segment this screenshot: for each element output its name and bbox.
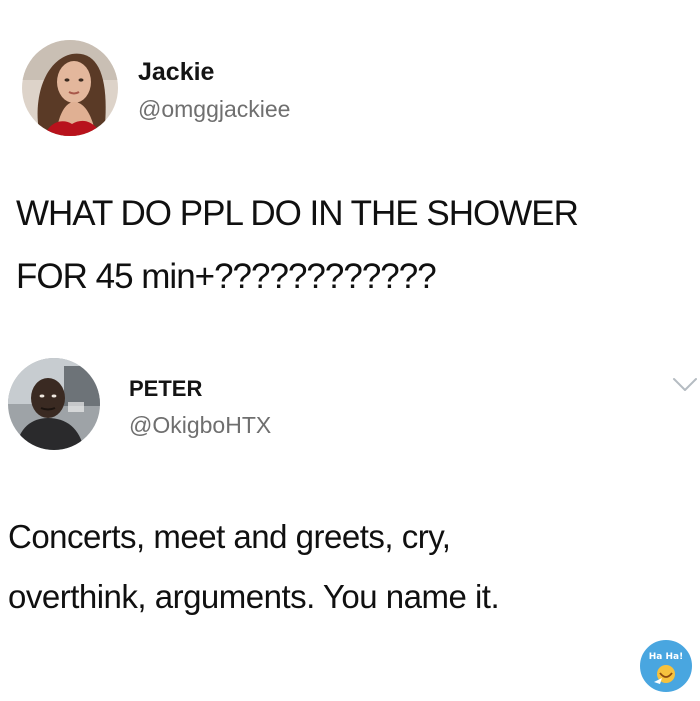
display-name[interactable]: PETER: [129, 376, 202, 402]
display-name[interactable]: Jackie: [138, 58, 214, 87]
user-handle[interactable]: @omggjackiee: [138, 96, 290, 123]
tweet-text-line: overthink, arguments. You name it.: [8, 578, 500, 615]
watermark-text: Ha Ha!: [649, 652, 683, 662]
tweet-text-line: FOR 45 min+????????????: [16, 257, 437, 296]
haha-logo-watermark: Ha Ha!: [636, 636, 696, 696]
chevron-down-icon[interactable]: [672, 376, 698, 394]
tweet-text-line: Concerts, meet and greets, cry,: [8, 518, 451, 555]
avatar[interactable]: [8, 358, 100, 450]
avatar[interactable]: [22, 40, 118, 136]
user-handle[interactable]: @OkigboHTX: [129, 412, 271, 439]
tweet-text-line: WHAT DO PPL DO IN THE SHOWER: [16, 194, 579, 233]
profile-photo-icon: [22, 40, 118, 136]
profile-photo-icon: [8, 358, 100, 450]
